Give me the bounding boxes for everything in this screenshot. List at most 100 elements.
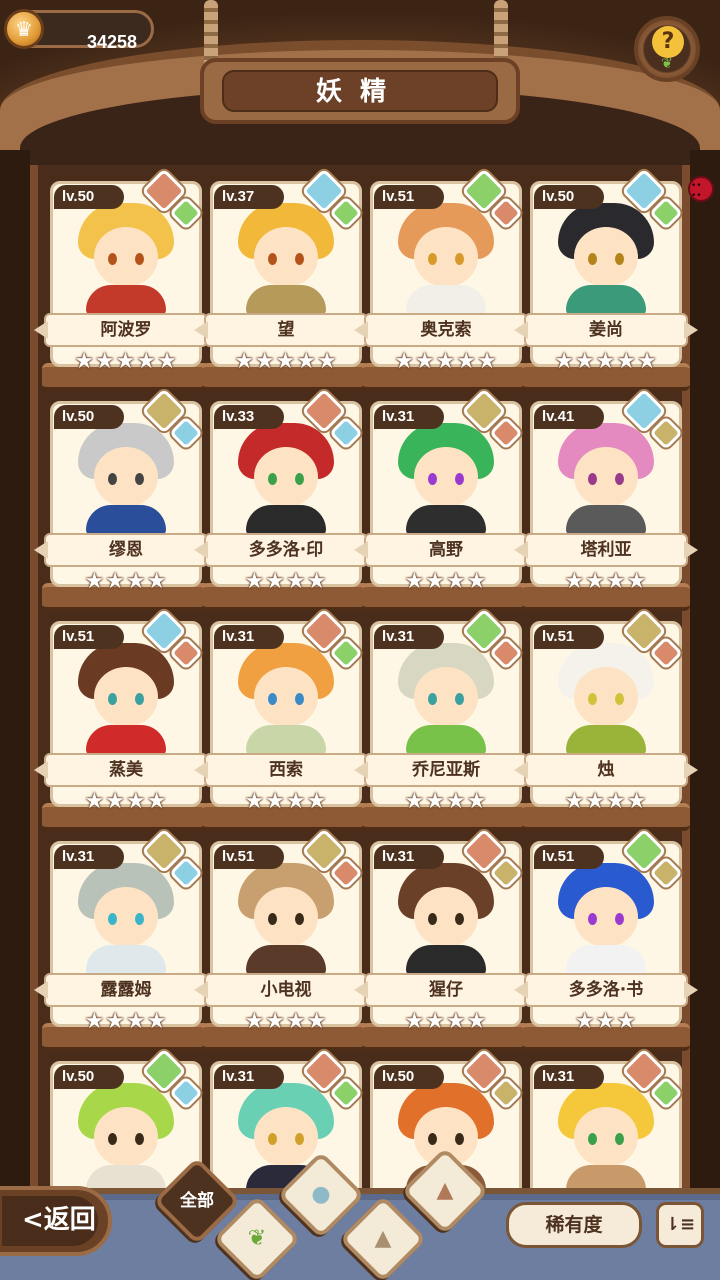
level-badge: lv.31 xyxy=(374,845,444,869)
fairy-card[interactable]: lv.50 姜尚 ★★★★★ xyxy=(522,168,690,391)
fairy-eyes xyxy=(426,693,466,705)
level-badge: lv.41 xyxy=(534,405,604,429)
lightbulb-icon: ? xyxy=(652,26,684,58)
fairy-card[interactable]: lv.31 乔尼亚斯 ★★★★ xyxy=(362,608,530,831)
sprout-icon: ❦ xyxy=(247,1226,267,1251)
fairy-card[interactable]: lv.51 奥克索 ★★★★★ xyxy=(362,168,530,391)
level-badge: lv.37 xyxy=(214,185,284,209)
title-sign: 妖精 xyxy=(200,58,520,124)
fairy-outfit xyxy=(86,505,166,535)
rarity-sort-button[interactable]: 稀有度 xyxy=(506,1202,642,1248)
fairy-card[interactable]: lv.51 蒸美 ★★★★ xyxy=(42,608,210,831)
fairy-eyes xyxy=(106,913,146,925)
level-badge: lv.50 xyxy=(374,1065,444,1089)
fairy-name: 乔尼亚斯 xyxy=(364,753,528,787)
fairy-eyes xyxy=(426,913,466,925)
fairy-outfit xyxy=(86,945,166,975)
level-badge: lv.31 xyxy=(214,625,284,649)
fairy-outfit xyxy=(406,725,486,755)
fairy-outfit xyxy=(86,285,166,315)
right-pillar xyxy=(690,150,720,1200)
fairy-eyes xyxy=(106,253,146,265)
fairy-outfit xyxy=(566,945,646,975)
fairy-card[interactable]: lv.37 望 ★★★★★ xyxy=(202,168,370,391)
sprout-icon: ❦ xyxy=(661,56,673,72)
fairy-outfit xyxy=(246,285,326,315)
filter-all-label: 全部 xyxy=(180,1191,214,1211)
fairy-name: 多多洛·书 xyxy=(524,973,688,1007)
level-badge: lv.51 xyxy=(374,185,444,209)
help-button[interactable]: ? ❦ xyxy=(634,16,700,82)
fairy-name: 烛 xyxy=(524,753,688,787)
page-title: 妖精 xyxy=(222,70,498,112)
sort-order-button[interactable]: ⇂≡ xyxy=(656,1202,704,1248)
fairy-card[interactable]: lv.51 多多洛·书 ★★★ xyxy=(522,828,690,1051)
fairy-card[interactable]: lv.31 西索 ★★★★ xyxy=(202,608,370,831)
fairy-outfit xyxy=(246,505,326,535)
level-badge: lv.50 xyxy=(54,405,124,429)
fairy-card[interactable]: lv.31 露露姆 ★★★★ xyxy=(42,828,210,1051)
star-rating: ★★★★★ xyxy=(74,349,178,374)
star-rating: ★★★★ xyxy=(244,789,328,814)
star-rating: ★★★★ xyxy=(404,569,488,594)
fairy-card[interactable]: lv.51 烛 ★★★★ xyxy=(522,608,690,831)
level-badge: lv.33 xyxy=(214,405,284,429)
star-rating: ★★★★★ xyxy=(394,349,498,374)
fairy-card[interactable]: lv.31 猩仔 ★★★★ xyxy=(362,828,530,1051)
fairy-outfit xyxy=(86,725,166,755)
fairy-eyes xyxy=(106,473,146,485)
ladybug-icon[interactable] xyxy=(688,176,714,202)
level-badge: lv.50 xyxy=(54,185,124,209)
fairy-name: 西索 xyxy=(204,753,368,787)
fairy-eyes xyxy=(266,1133,306,1145)
star-rating: ★★★★ xyxy=(404,789,488,814)
star-rating: ★★★★ xyxy=(404,1009,488,1034)
star-rating: ★★★★ xyxy=(244,1009,328,1034)
fairy-eyes xyxy=(266,473,306,485)
fairy-card[interactable]: lv.33 多多洛·印 ★★★★ xyxy=(202,388,370,611)
star-rating: ★★★★ xyxy=(84,569,168,594)
fairy-name: 露露姆 xyxy=(44,973,208,1007)
fairy-name: 奥克索 xyxy=(364,313,528,347)
star-rating: ★★★★★ xyxy=(554,349,658,374)
back-button[interactable]: <返回 xyxy=(0,1186,112,1256)
fairy-name: 塔利亚 xyxy=(524,533,688,567)
fairy-eyes xyxy=(426,1133,466,1145)
fairy-card[interactable]: lv.50 缪恩 ★★★★ xyxy=(42,388,210,611)
fairy-card[interactable]: lv.41 塔利亚 ★★★★ xyxy=(522,388,690,611)
level-badge: lv.51 xyxy=(534,625,604,649)
fairy-grid: lv.50 阿波罗 ★★★★★ lv.37 望 ★★★★★ lv.51 奥克索 ★★★★★ lv.… xyxy=(30,165,690,1271)
fairy-eyes xyxy=(266,253,306,265)
star-rating: ★★★★ xyxy=(84,789,168,814)
fairy-card[interactable]: lv.50 阿波罗 ★★★★★ xyxy=(42,168,210,391)
fairy-name: 高野 xyxy=(364,533,528,567)
fairy-eyes xyxy=(426,473,466,485)
star-rating: ★★★★★ xyxy=(234,349,338,374)
fairy-name: 姜尚 xyxy=(524,313,688,347)
coin-icon: ♛ xyxy=(4,9,44,49)
level-badge: lv.31 xyxy=(534,1065,604,1089)
fairy-outfit xyxy=(246,945,326,975)
fairy-name: 猩仔 xyxy=(364,973,528,1007)
fairy-card[interactable]: lv.31 高野 ★★★★ xyxy=(362,388,530,611)
level-badge: lv.31 xyxy=(374,405,444,429)
level-badge: lv.50 xyxy=(54,1065,124,1089)
fairy-card[interactable]: lv.51 小电视 ★★★★ xyxy=(202,828,370,1051)
mountain-icon: ▲ xyxy=(374,1226,392,1251)
fairy-eyes xyxy=(586,473,626,485)
fairy-eyes xyxy=(266,913,306,925)
fairy-outfit xyxy=(406,285,486,315)
fairy-outfit xyxy=(406,945,486,975)
fairy-eyes xyxy=(586,253,626,265)
coin-value: 34258 xyxy=(86,32,138,52)
star-rating: ★★★ xyxy=(574,1009,638,1034)
fairy-name: 蒸美 xyxy=(44,753,208,787)
level-badge: lv.51 xyxy=(534,845,604,869)
fairy-eyes xyxy=(426,253,466,265)
fairy-eyes xyxy=(266,693,306,705)
star-rating: ★★★★ xyxy=(564,569,648,594)
star-rating: ★★★★ xyxy=(564,789,648,814)
fairy-name: 阿波罗 xyxy=(44,313,208,347)
fairy-outfit xyxy=(566,725,646,755)
level-badge: lv.51 xyxy=(214,845,284,869)
